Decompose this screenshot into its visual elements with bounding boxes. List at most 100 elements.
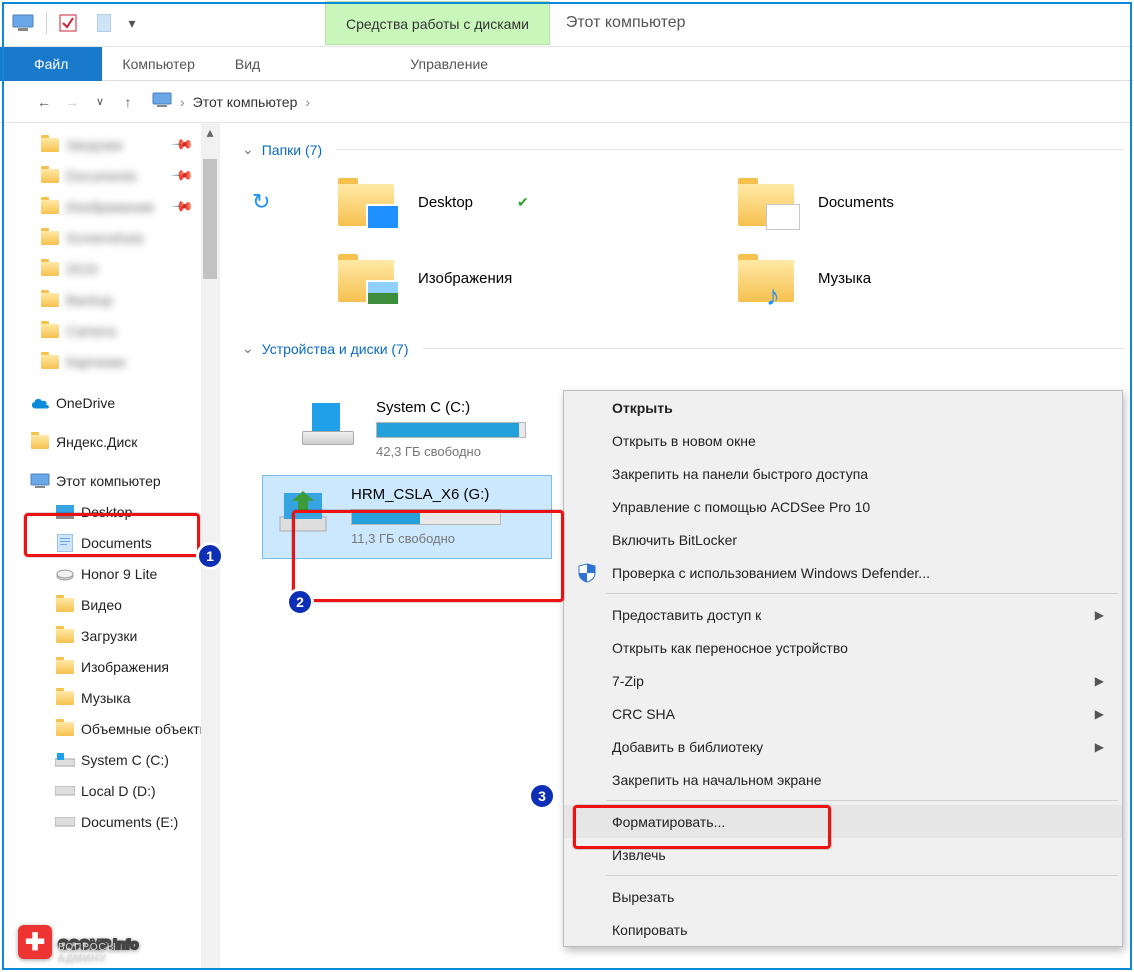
nav-up[interactable]: ↑ [114, 88, 142, 116]
annotation-num-1: 1 [196, 542, 224, 570]
sidebar-item[interactable]: Изображения📌 [0, 191, 219, 222]
sidebar-item[interactable]: Camera [0, 315, 219, 346]
doc-icon[interactable] [87, 11, 121, 35]
folder-item-desktop[interactable]: Desktop ✔ [338, 178, 698, 226]
watermark: ✚ OCOMP.info ВОПРОСЫ АДМИНУ [18, 922, 139, 962]
check-icon: ✔ [517, 194, 529, 211]
ctx-acdsee[interactable]: Управление с помощью ACDSee Pro 10 [564, 490, 1122, 523]
sidebar-item[interactable]: Backup [0, 284, 219, 315]
chevron-right-icon: ▶ [1095, 674, 1104, 688]
sidebar-item-pictures[interactable]: Изображения [0, 651, 219, 682]
annotation-box-1 [24, 513, 200, 557]
group-header-folders[interactable]: ⌄ Папки (7) [242, 131, 1124, 170]
tab-manage[interactable]: Управление [390, 47, 508, 81]
drive-icon [55, 750, 75, 770]
annotation-box-3 [573, 805, 831, 849]
qat-dropdown-icon[interactable]: ▾ [123, 11, 141, 35]
folder-icon [30, 432, 50, 452]
chevron-down-icon: ⌄ [242, 141, 254, 158]
ctx-open[interactable]: Открыть [564, 391, 1122, 424]
sidebar-item-this-pc[interactable]: Этот компьютер [0, 465, 219, 496]
annotation-num-3: 3 [528, 782, 556, 810]
nav-forward: → [58, 88, 86, 116]
context-menu: Открыть Открыть в новом окне Закрепить н… [563, 390, 1123, 947]
sidebar-item-downloads[interactable]: Загрузки [0, 620, 219, 651]
sidebar-item[interactable]: Картинки [0, 346, 219, 377]
crumb-this-pc[interactable]: Этот компьютер [193, 94, 298, 110]
sidebar-item-onedrive[interactable]: OneDrive [0, 387, 219, 418]
sidebar-item-drive-e[interactable]: Documents (E:) [0, 806, 219, 837]
ctx-defender[interactable]: Проверка с использованием Windows Defend… [564, 556, 1122, 589]
pc-icon [6, 11, 40, 35]
group-header-drives[interactable]: ⌄ Устройства и диски (7) [242, 330, 1124, 369]
breadcrumb[interactable]: › Этот компьютер › [152, 92, 316, 111]
sidebar-item-drive-d[interactable]: Local D (D:) [0, 775, 219, 806]
sidebar-item-videos[interactable]: Видео [0, 589, 219, 620]
nav-back[interactable]: ← [30, 88, 58, 116]
ctx-pin-start[interactable]: Закрепить на начальном экране [564, 763, 1122, 796]
folder-icon [338, 178, 394, 226]
annotation-box-2 [292, 510, 564, 602]
disk-tools-contextual-tab[interactable]: Средства работы с дисками [325, 1, 550, 45]
ribbon-tabs: Файл Компьютер Вид Управление [0, 47, 1134, 81]
sidebar-item[interactable]: Screenshots [0, 222, 219, 253]
ctx-crc[interactable]: CRC SHA▶ [564, 697, 1122, 730]
quick-access-toolbar: ▾ Средства работы с дисками Этот компьют… [0, 0, 1134, 47]
folder-item-music[interactable]: ♪ Музыка [738, 254, 1098, 302]
pin-icon: 📌 [170, 194, 194, 218]
shield-icon [576, 562, 598, 584]
drive-icon [298, 399, 358, 451]
ctx-portable[interactable]: Открыть как переносное устройство [564, 631, 1122, 664]
ctx-copy[interactable]: Копировать [564, 913, 1122, 946]
ctx-cut[interactable]: Вырезать [564, 880, 1122, 913]
ctx-open-new-window[interactable]: Открыть в новом окне [564, 424, 1122, 457]
chevron-right-icon[interactable]: › [305, 94, 310, 110]
drive-icon [55, 812, 75, 832]
chevron-right-icon: ▶ [1095, 608, 1104, 622]
folder-icon [55, 626, 75, 646]
drive-item-c[interactable]: System C (C:) 42,3 ГБ свободно [288, 389, 578, 471]
pc-icon [152, 92, 172, 111]
folder-icon [738, 178, 794, 226]
scroll-up-arrow[interactable]: ▴ [201, 123, 219, 141]
tab-view[interactable]: Вид [215, 47, 280, 81]
folder-icon [338, 254, 394, 302]
chevron-right-icon: ▶ [1095, 740, 1104, 754]
pin-icon: 📌 [170, 132, 194, 156]
sidebar-item-honor[interactable]: Honor 9 Lite [0, 558, 219, 589]
window-title: Этот компьютер [566, 14, 686, 32]
scrollbar-thumb[interactable] [203, 159, 217, 279]
sidebar-item-drive-c[interactable]: System C (C:) [0, 744, 219, 775]
onedrive-icon [30, 393, 50, 413]
pin-icon: 📌 [170, 163, 194, 187]
ctx-7zip[interactable]: 7-Zip▶ [564, 664, 1122, 697]
folder-icon: ♪ [738, 254, 794, 302]
sidebar-item[interactable]: Documents📌 [0, 160, 219, 191]
folder-icon [55, 595, 75, 615]
sidebar-item[interactable]: Загрузки📌 [0, 129, 219, 160]
nav-row: ← → ∨ ↑ › Этот компьютер › [0, 81, 1134, 123]
sidebar-item-yandex[interactable]: Яндекс.Диск [0, 426, 219, 457]
folder-item-pictures[interactable]: Изображения [338, 254, 698, 302]
folder-item-documents[interactable]: Documents [738, 178, 1098, 226]
ctx-bitlocker[interactable]: Включить BitLocker [564, 523, 1122, 556]
sidebar-item-3d[interactable]: Объемные объекты [0, 713, 219, 744]
annotation-num-2: 2 [286, 588, 314, 616]
checkbox-icon[interactable] [51, 11, 85, 35]
folder-icon [55, 657, 75, 677]
tab-computer[interactable]: Компьютер [102, 47, 214, 81]
refresh-icon[interactable]: ↻ [252, 178, 298, 226]
nav-recent-dropdown[interactable]: ∨ [86, 88, 114, 116]
ctx-share[interactable]: Предоставить доступ к▶ [564, 598, 1122, 631]
folder-icon [55, 688, 75, 708]
folder-icon [55, 719, 75, 739]
device-icon [55, 564, 75, 584]
ctx-library[interactable]: Добавить в библиотеку▶ [564, 730, 1122, 763]
sidebar-item[interactable]: 2019 [0, 253, 219, 284]
watermark-logo: ✚ [18, 925, 52, 959]
chevron-right-icon: › [180, 94, 185, 110]
tab-file[interactable]: Файл [0, 47, 102, 81]
sidebar-item-music[interactable]: Музыка [0, 682, 219, 713]
capacity-bar [376, 422, 526, 438]
ctx-pin-quick-access[interactable]: Закрепить на панели быстрого доступа [564, 457, 1122, 490]
